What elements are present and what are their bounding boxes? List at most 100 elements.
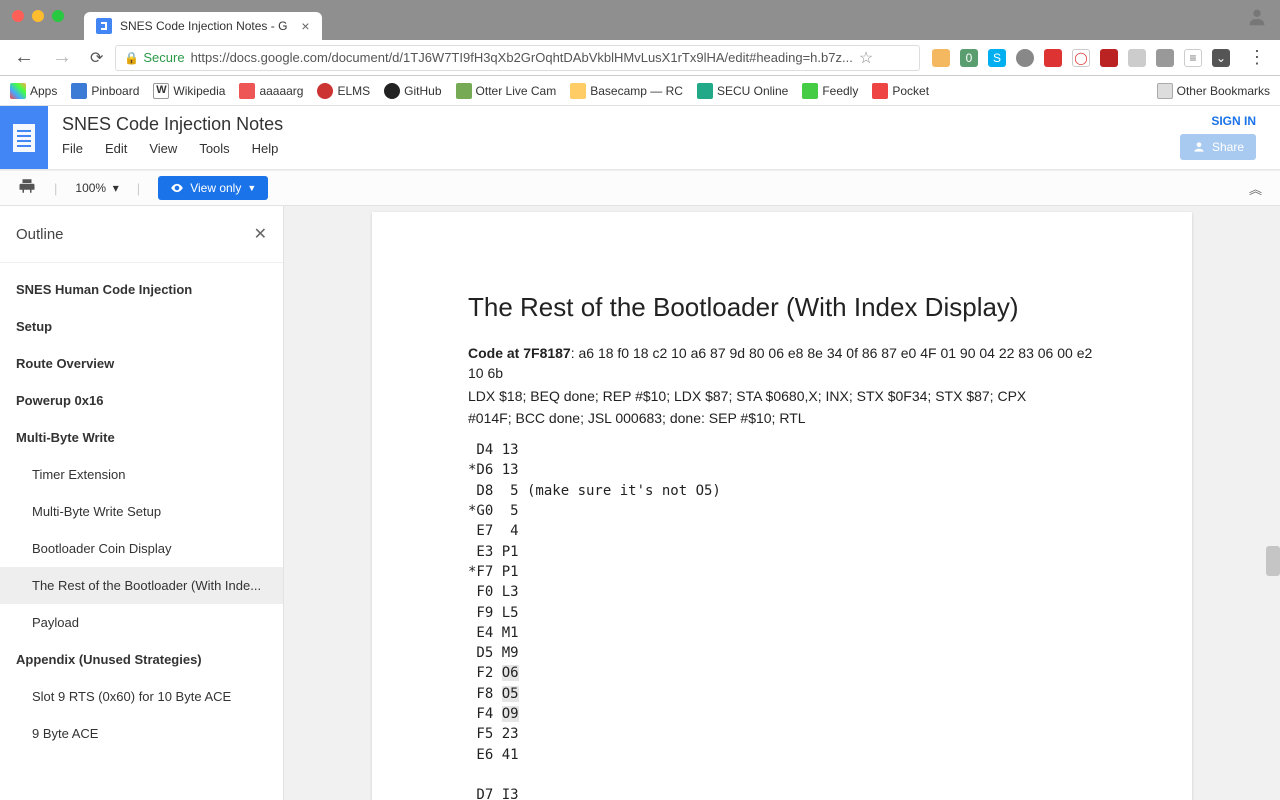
- other-bookmarks[interactable]: Other Bookmarks: [1157, 83, 1270, 99]
- bookmarks-bar: Apps Pinboard WWikipedia aaaaarg ELMS Gi…: [0, 76, 1280, 106]
- section-heading: The Rest of the Bootloader (With Index D…: [468, 292, 1096, 323]
- chevron-down-icon: ▼: [247, 183, 256, 193]
- skype-icon[interactable]: S: [988, 49, 1006, 67]
- lock-icon: 🔒: [124, 51, 139, 65]
- document-canvas[interactable]: The Rest of the Bootloader (With Index D…: [284, 206, 1280, 800]
- tab-strip: SNES Code Injection Notes - G ×: [84, 0, 322, 40]
- bookmark-icon: [239, 83, 255, 99]
- document-title[interactable]: SNES Code Injection Notes: [62, 114, 283, 135]
- close-outline-icon[interactable]: ✕: [254, 224, 267, 244]
- bookmark-icon: [456, 83, 472, 99]
- menu-tools[interactable]: Tools: [199, 141, 229, 156]
- bookmark-icon: [317, 83, 333, 99]
- bookmark-feedly[interactable]: Feedly: [802, 83, 858, 99]
- outline-item[interactable]: Appendix (Unused Strategies): [0, 641, 283, 678]
- address-bar[interactable]: 🔒 Secure https://docs.google.com/documen…: [115, 45, 920, 71]
- menu-edit[interactable]: Edit: [105, 141, 127, 156]
- bookmark-icon: [384, 83, 400, 99]
- outline-item[interactable]: SNES Human Code Injection: [0, 271, 283, 308]
- docs-logo-icon: [13, 124, 35, 152]
- scrollbar-thumb[interactable]: [1266, 546, 1280, 576]
- browser-profile-icon[interactable]: [1246, 6, 1268, 34]
- minimize-window-button[interactable]: [32, 10, 44, 22]
- menu-bar: File Edit View Tools Help: [62, 141, 283, 156]
- folder-icon: [1157, 83, 1173, 99]
- rss-icon[interactable]: ≡: [1184, 49, 1202, 67]
- bookmark-secu[interactable]: SECU Online: [697, 83, 788, 99]
- extension-icon[interactable]: [1016, 49, 1034, 67]
- extension-icon[interactable]: 0: [960, 49, 978, 67]
- extension-icon[interactable]: [1044, 49, 1062, 67]
- url-text: https://docs.google.com/document/d/1TJ6W…: [191, 50, 853, 65]
- bookmark-elms[interactable]: ELMS: [317, 83, 370, 99]
- bookmark-otter[interactable]: Otter Live Cam: [456, 83, 557, 99]
- outline-item[interactable]: Multi-Byte Write: [0, 419, 283, 456]
- share-button[interactable]: Share: [1180, 134, 1256, 160]
- outline-item[interactable]: Timer Extension: [0, 456, 283, 493]
- bookmark-pinboard[interactable]: Pinboard: [71, 83, 139, 99]
- main-area: Outline ✕ SNES Human Code InjectionSetup…: [0, 206, 1280, 800]
- bookmark-icon: [802, 83, 818, 99]
- apps-shortcut[interactable]: Apps: [10, 83, 57, 99]
- bookmark-github[interactable]: GitHub: [384, 83, 441, 99]
- docs-favicon: [96, 18, 112, 34]
- bookmark-aaaaarg[interactable]: aaaaarg: [239, 83, 303, 99]
- bookmark-pocket[interactable]: Pocket: [872, 83, 929, 99]
- outline-item[interactable]: The Rest of the Bootloader (With Inde...: [0, 567, 283, 604]
- secure-label: Secure: [143, 50, 184, 65]
- outline-item[interactable]: Slot 9 RTS (0x60) for 10 Byte ACE: [0, 678, 283, 715]
- address-bar-row: ← → ⟳ 🔒 Secure https://docs.google.com/d…: [0, 40, 1280, 76]
- share-icon: [1192, 140, 1206, 154]
- extension-icon[interactable]: [1128, 49, 1146, 67]
- close-tab-icon[interactable]: ×: [301, 18, 309, 34]
- extension-icon[interactable]: ◯: [1072, 49, 1090, 67]
- extension-icon[interactable]: [932, 49, 950, 67]
- bookmark-icon: [71, 83, 87, 99]
- bookmark-icon: [697, 83, 713, 99]
- collapse-toolbar-icon[interactable]: ︽: [1249, 179, 1262, 198]
- pocket-icon[interactable]: ⌄: [1212, 49, 1230, 67]
- ublock-icon[interactable]: [1100, 49, 1118, 67]
- bookmark-star-icon[interactable]: ☆: [859, 48, 873, 68]
- bookmark-basecamp[interactable]: Basecamp — RC: [570, 83, 683, 99]
- bookmark-icon: [872, 83, 888, 99]
- asm-line-1: LDX $18; BEQ done; REP #$10; LDX $87; ST…: [468, 386, 1096, 406]
- bookmark-icon: [570, 83, 586, 99]
- document-page: The Rest of the Bootloader (With Index D…: [372, 212, 1192, 800]
- zoom-select[interactable]: 100% ▾: [75, 181, 118, 195]
- menu-help[interactable]: Help: [252, 141, 279, 156]
- sign-in-link[interactable]: SIGN IN: [1211, 114, 1256, 128]
- outline-item[interactable]: 9 Byte ACE: [0, 715, 283, 752]
- tab-title: SNES Code Injection Notes - G: [120, 19, 287, 33]
- bookmark-icon: W: [153, 83, 169, 99]
- asm-line-2: #014F; BCC done; JSL 000683; done: SEP #…: [468, 408, 1096, 428]
- extension-icon[interactable]: [1156, 49, 1174, 67]
- outline-item[interactable]: Route Overview: [0, 345, 283, 382]
- menu-file[interactable]: File: [62, 141, 83, 156]
- docs-logo[interactable]: [0, 106, 48, 169]
- docs-toolbar: | 100% ▾ | View only ▼ ︽: [0, 170, 1280, 206]
- browser-menu-icon[interactable]: ⋮: [1242, 47, 1272, 68]
- bookmark-wikipedia[interactable]: WWikipedia: [153, 83, 225, 99]
- forward-button: →: [46, 46, 78, 69]
- outline-item[interactable]: Bootloader Coin Display: [0, 530, 283, 567]
- view-mode-button[interactable]: View only ▼: [158, 176, 268, 200]
- back-button[interactable]: ←: [8, 46, 40, 69]
- maximize-window-button[interactable]: [52, 10, 64, 22]
- outline-item[interactable]: Multi-Byte Write Setup: [0, 493, 283, 530]
- outline-panel: Outline ✕ SNES Human Code InjectionSetup…: [0, 206, 284, 800]
- outline-item[interactable]: Payload: [0, 604, 283, 641]
- window-controls: [0, 0, 76, 32]
- eye-icon: [170, 181, 184, 195]
- browser-tab[interactable]: SNES Code Injection Notes - G ×: [84, 12, 322, 40]
- extension-icons: 0 S ◯ ≡ ⌄: [926, 49, 1236, 67]
- menu-view[interactable]: View: [149, 141, 177, 156]
- outline-item[interactable]: Powerup 0x16: [0, 382, 283, 419]
- docs-header: SNES Code Injection Notes File Edit View…: [0, 106, 1280, 170]
- outline-item[interactable]: Setup: [0, 308, 283, 345]
- reload-button[interactable]: ⟳: [84, 48, 109, 68]
- apps-icon: [10, 83, 26, 99]
- outline-list: SNES Human Code InjectionSetupRoute Over…: [0, 263, 283, 760]
- print-button[interactable]: [18, 177, 36, 200]
- close-window-button[interactable]: [12, 10, 24, 22]
